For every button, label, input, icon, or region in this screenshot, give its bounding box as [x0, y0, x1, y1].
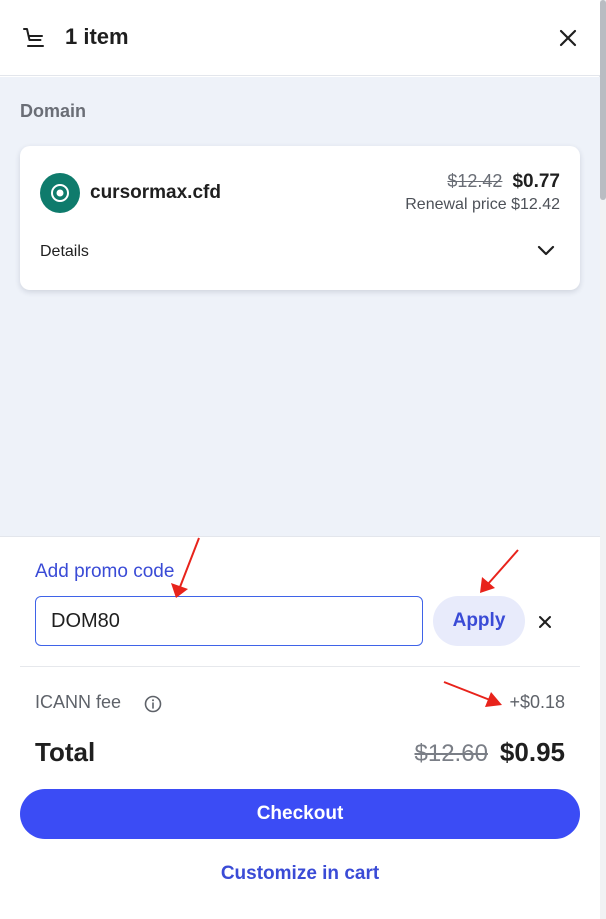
domain-old-price: $12.42 — [447, 171, 503, 191]
details-toggle-label[interactable]: Details — [40, 243, 89, 261]
chevron-down-icon[interactable] — [534, 238, 558, 262]
cart-header: 1 item — [0, 0, 600, 76]
domain-new-price: $0.77 — [512, 171, 560, 192]
domain-name: cursormax.cfd — [90, 182, 221, 203]
apply-promo-button[interactable]: Apply — [433, 596, 525, 646]
domain-icon — [40, 173, 80, 213]
add-promo-code-link[interactable]: Add promo code — [35, 561, 174, 583]
total-new-price: $0.95 — [499, 737, 565, 767]
renewal-price: Renewal price $12.42 — [405, 196, 560, 213]
divider — [20, 666, 580, 667]
cart-item-count: 1 item — [65, 24, 129, 49]
scrollbar-thumb[interactable] — [600, 0, 606, 200]
icann-fee-value: +$0.18 — [509, 692, 565, 712]
domain-card: cursormax.cfd $12.42 $0.77 Renewal price… — [20, 146, 580, 290]
total-label: Total — [35, 737, 96, 767]
cart-icon — [23, 28, 44, 47]
checkout-button[interactable]: Checkout — [20, 789, 580, 839]
clear-promo-icon[interactable] — [534, 611, 556, 633]
info-icon[interactable] — [143, 694, 163, 714]
total-price: $12.60 $0.95 — [415, 737, 565, 768]
cart-summary: Add promo code Apply ICANN fee +$0.18 To… — [0, 536, 600, 919]
cart-panel: 1 item Domain cursormax.cfd $12.42 $0.77… — [0, 0, 600, 919]
customize-in-cart-link[interactable]: Customize in cart — [0, 863, 600, 885]
close-icon — [559, 29, 577, 47]
icann-fee-label: ICANN fee — [35, 692, 122, 712]
close-panel-button[interactable] — [554, 24, 582, 52]
total-old-price: $12.60 — [414, 740, 488, 767]
promo-code-input[interactable] — [35, 596, 423, 646]
scrollbar[interactable] — [600, 0, 606, 919]
domain-price: $12.42 $0.77 — [447, 171, 560, 193]
section-label-domain: Domain — [20, 101, 87, 121]
cart-items-area: Domain cursormax.cfd $12.42 $0.77 Renewa… — [0, 77, 600, 536]
